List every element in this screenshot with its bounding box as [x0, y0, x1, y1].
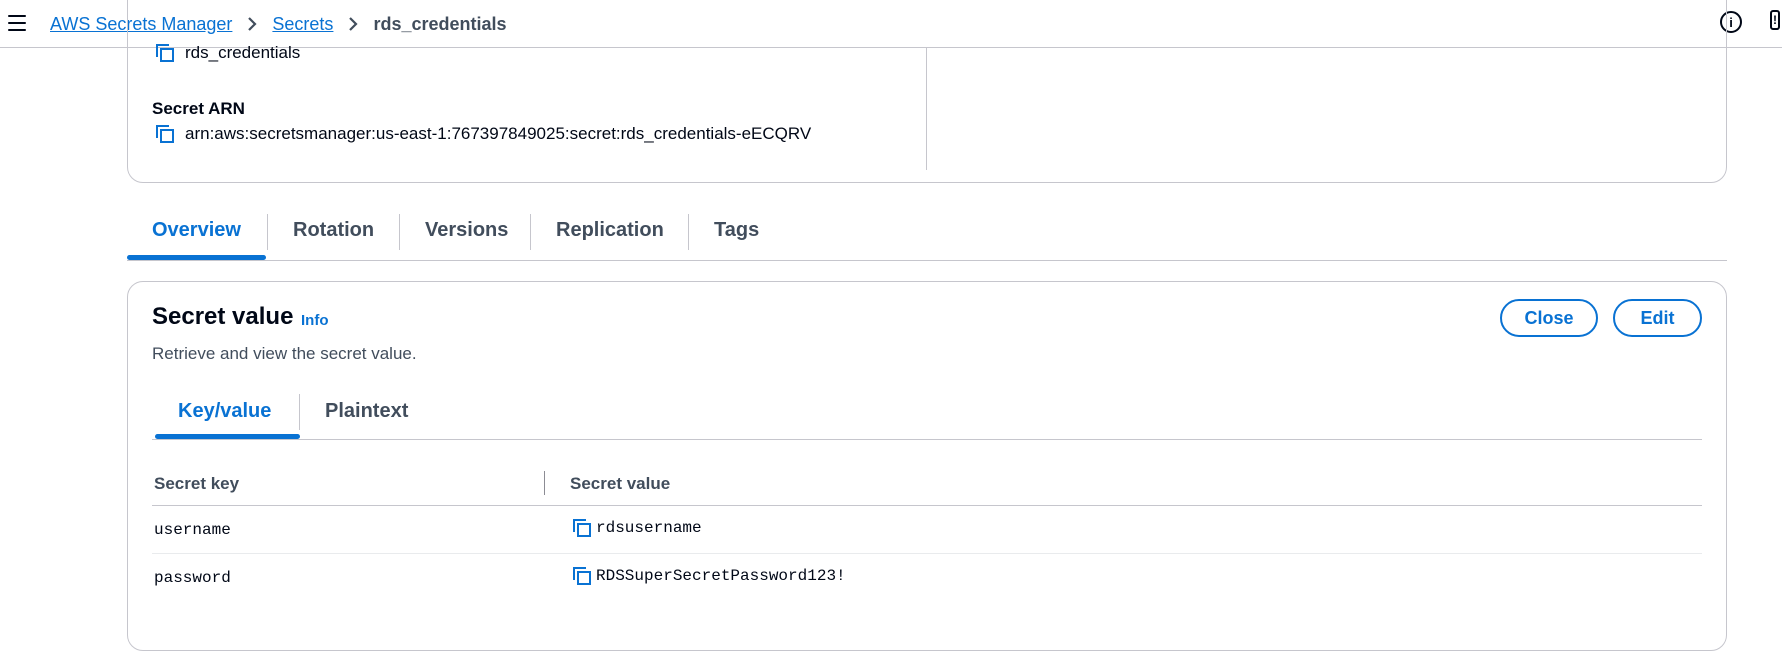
tab-overview[interactable]: Overview [152, 219, 241, 242]
column-resize-handle[interactable] [544, 471, 545, 495]
active-tab-indicator [155, 434, 300, 439]
table-header-row: Secret key Secret value [152, 462, 1702, 506]
copy-icon[interactable] [572, 518, 592, 538]
hamburger-menu-icon[interactable] [8, 15, 26, 31]
info-link[interactable]: Info [301, 312, 329, 329]
tab-tags[interactable]: Tags [714, 219, 759, 242]
tab-divider [267, 214, 268, 250]
secret-name-row: rds_credentials [155, 43, 300, 63]
secret-arn-label: Secret ARN [152, 99, 245, 118]
copy-icon[interactable] [155, 43, 175, 63]
secret-key-cell: password [154, 569, 231, 587]
secret-arn-value: arn:aws:secretsmanager:us-east-1:7673978… [185, 124, 812, 143]
secret-key-value-table: Secret key Secret value username rdsuser… [152, 462, 1702, 602]
secret-key-cell: username [154, 521, 231, 539]
column-header-secret-value: Secret value [570, 474, 671, 493]
secret-details-card [127, 0, 1727, 183]
secret-name-value: rds_credentials [185, 43, 301, 62]
tab-plaintext[interactable]: Plaintext [325, 400, 408, 423]
secret-value-text: RDSSuperSecretPassword123! [596, 567, 846, 585]
active-tab-indicator [127, 255, 266, 260]
edit-button[interactable]: Edit [1613, 299, 1702, 337]
tab-divider [530, 214, 531, 250]
feedback-icon[interactable]: ! [1770, 10, 1782, 34]
column-header-secret-key: Secret key [154, 474, 240, 493]
close-button[interactable]: Close [1500, 299, 1598, 337]
column-divider [926, 48, 927, 170]
secret-value-view-tabs: Key/value Plaintext [152, 388, 1702, 440]
table-row: password RDSSuperSecretPassword123! [152, 554, 1702, 602]
secret-value-cell: RDSSuperSecretPassword123! [572, 566, 846, 586]
tab-key-value[interactable]: Key/value [178, 400, 271, 423]
copy-icon[interactable] [572, 566, 592, 586]
secret-tabs: Overview Rotation Versions Replication T… [127, 206, 1727, 261]
tab-versions[interactable]: Versions [425, 219, 508, 242]
tab-divider [299, 394, 300, 430]
tab-replication[interactable]: Replication [556, 219, 664, 242]
table-row: username rdsusername [152, 506, 1702, 554]
tab-rotation[interactable]: Rotation [293, 219, 374, 242]
secret-value-text: rdsusername [596, 519, 702, 537]
card-description: Retrieve and view the secret value. [152, 344, 417, 363]
secret-value-cell: rdsusername [572, 518, 702, 538]
copy-icon[interactable] [155, 124, 175, 144]
tab-divider [399, 214, 400, 250]
tab-divider [688, 214, 689, 250]
secret-arn-row: arn:aws:secretsmanager:us-east-1:7673978… [155, 124, 811, 144]
card-title: Secret value [152, 303, 294, 330]
